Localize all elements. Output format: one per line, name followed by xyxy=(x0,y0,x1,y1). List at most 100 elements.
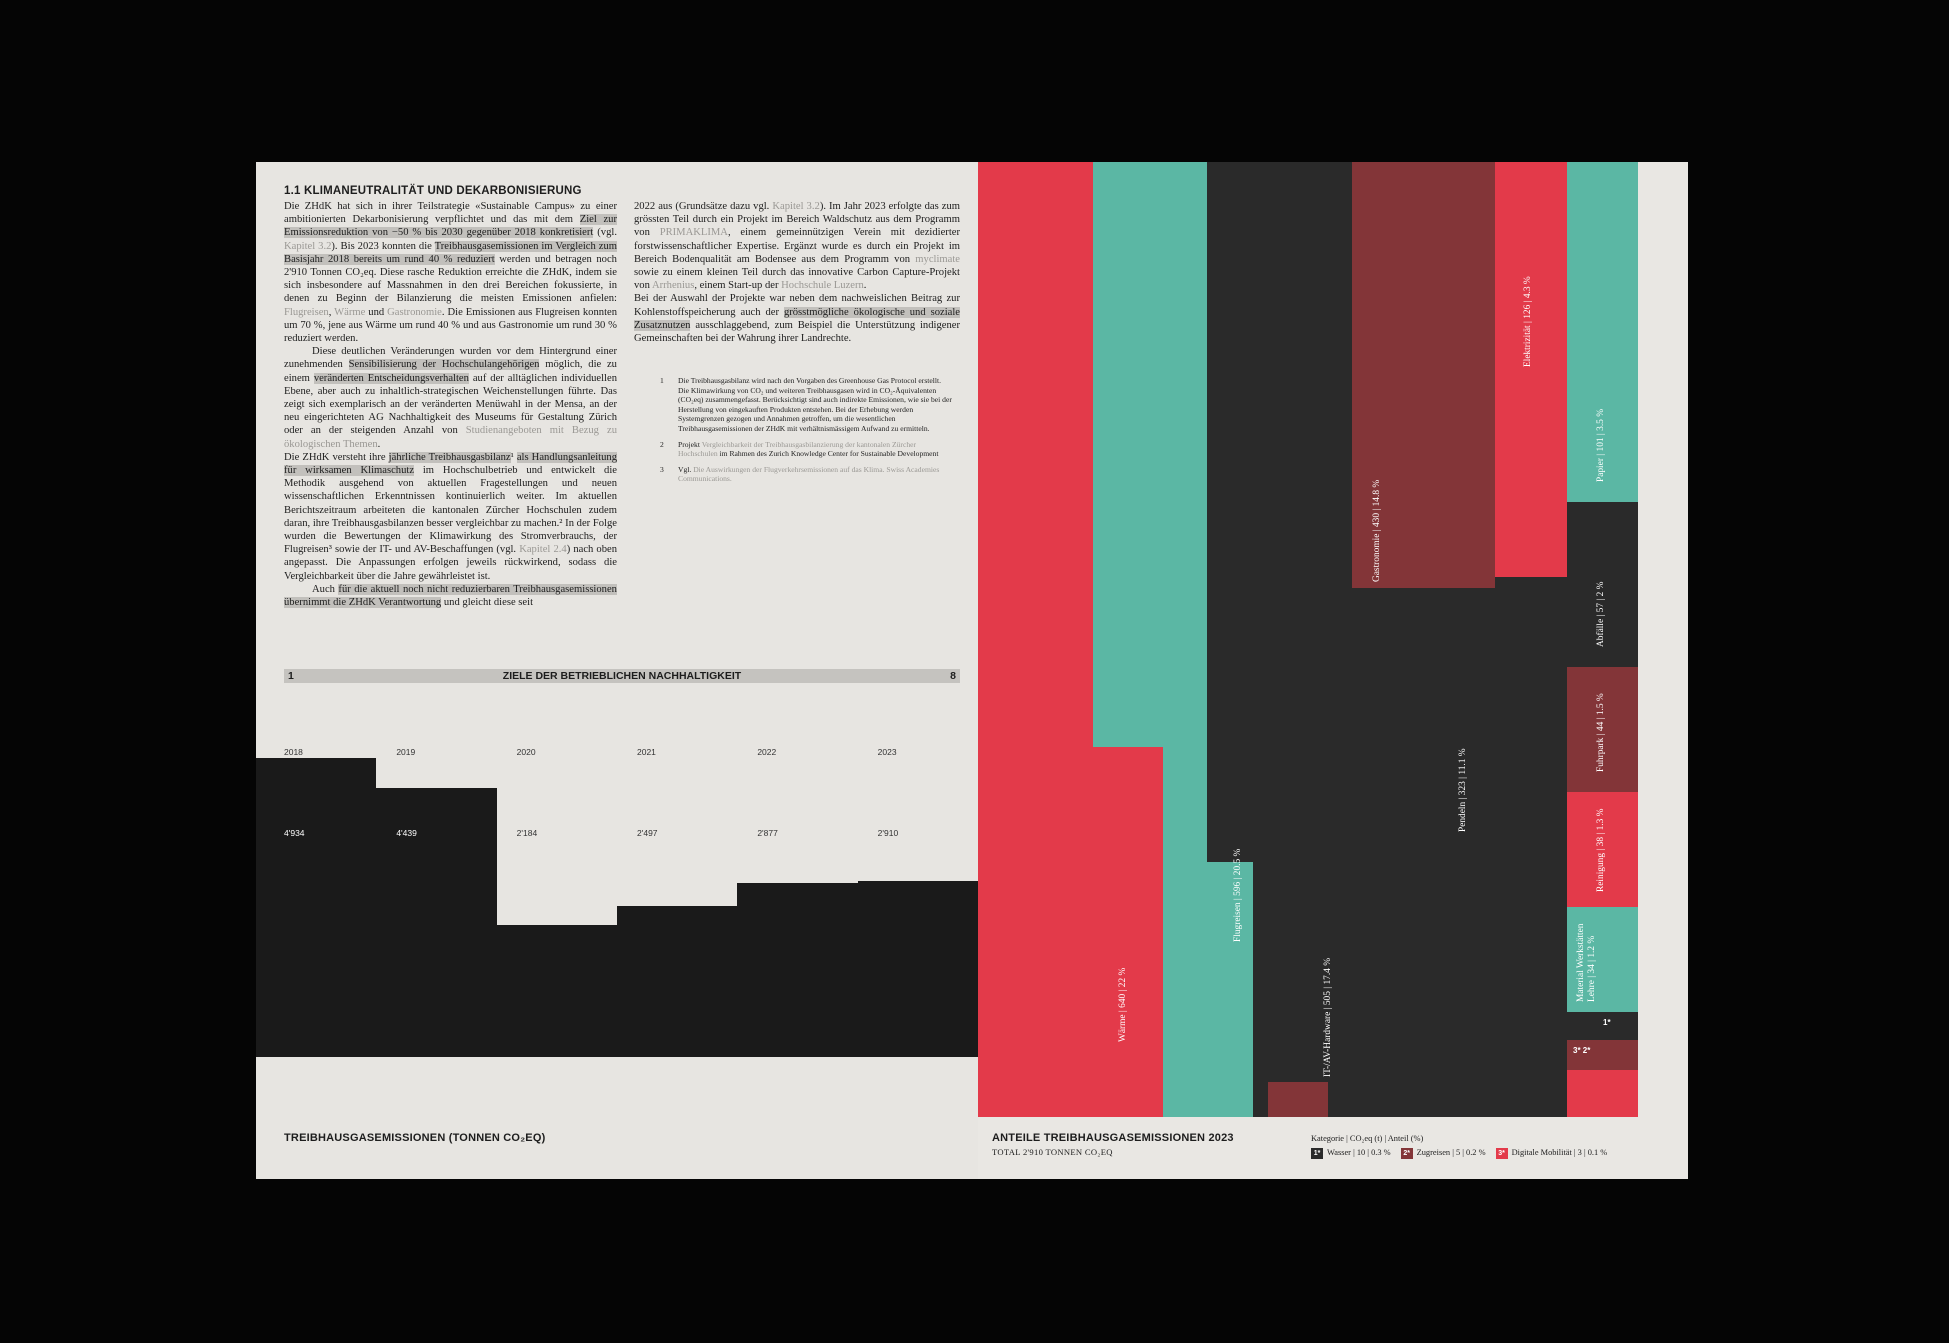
footnote-number: 1 xyxy=(660,376,664,385)
text-run: . xyxy=(863,280,867,292)
text-run: und xyxy=(365,306,388,318)
legend-header: Kategorie | CO₂eq (t) | Anteil (%) xyxy=(1311,1134,1424,1143)
bar-pendeln xyxy=(1352,588,1495,1117)
text-run: 2022 aus (Grundsätze dazu vgl. xyxy=(634,201,773,212)
value-label: 4'439 xyxy=(396,828,417,839)
share-chart-title: ANTEILE TREIBHAUSGASEMISSIONEN 2023 xyxy=(992,1132,1234,1144)
bar-2022 xyxy=(737,882,858,1057)
paragraph: 2022 aus (Grundsätze dazu vgl. Kapitel 3… xyxy=(634,200,960,292)
text-run: (vgl. xyxy=(593,227,617,239)
legend-chip-digital: 3* xyxy=(1495,1147,1508,1159)
footer-chapter-title: ZIELE DER BETRIEBLICHEN NACHHALTIGKEIT xyxy=(502,670,742,682)
link-text[interactable]: Kapitel 3.2 xyxy=(284,241,331,252)
bar-zugreisen xyxy=(1567,1040,1638,1070)
bar-2023 xyxy=(857,880,978,1057)
bar-2021 xyxy=(617,905,738,1057)
category-label: Abfälle | 57 | 2 % xyxy=(1596,581,1606,647)
link-text[interactable]: Wärme xyxy=(334,307,365,318)
footnote: 3 Vgl. Die Auswirkungen der Flugverkehrse… xyxy=(660,465,952,484)
footnote-text: Vgl. Die Auswirkungen der Flugverkehrsem… xyxy=(678,465,952,484)
chip-label-wasser: 1* xyxy=(1603,1018,1611,1027)
share-chart-subtitle: TOTAL 2'910 TONNEN CO₂EQ xyxy=(992,1147,1113,1157)
bar-pendeln-right xyxy=(1495,577,1567,1117)
year-label: 2022 xyxy=(757,747,777,758)
category-label: Elektrizität | 126 | 4.3 % xyxy=(1523,276,1533,367)
category-label-line: Lehre | 34 | 1.2 % xyxy=(1587,935,1597,1002)
category-label: Pendeln | 323 | 11.1 % xyxy=(1458,748,1468,832)
category-label-line: Material Werkstätten xyxy=(1576,923,1586,1002)
footnotes: 1 Die Treibhausgasbilanz wird nach den Vo… xyxy=(660,376,952,490)
footnote-text: Die Treibhausgasbilanz wird nach den Vor… xyxy=(678,376,952,434)
text-run: Vgl. xyxy=(678,464,694,474)
link-text[interactable]: Arrhenius xyxy=(652,280,694,291)
legend-item-water: Wasser | 10 | 0.3 % xyxy=(1327,1148,1391,1157)
paragraph: Diese deutlichen Veränderungen wurden vo… xyxy=(284,345,617,451)
legend-chip-water: 1* xyxy=(1311,1147,1323,1159)
page-margin xyxy=(1638,162,1688,1117)
bar-waerme-step xyxy=(1093,747,1163,1117)
section-title: 1.1 KLIMANEUTRALITÄT UND DEKARBONISIERUN… xyxy=(284,185,582,197)
share-chart-legend: Kategorie | CO₂eq (t) | Anteil (%) 1* Wa… xyxy=(1311,1132,1681,1160)
right-page: Wärme | 640 | 22 % Flugreisen | 596 | 20.… xyxy=(978,162,1688,1179)
value-label: 4'934 xyxy=(284,828,305,839)
text-run: Die ZHdK versteht ihre xyxy=(284,451,389,463)
text-run: , einem Start-up der xyxy=(694,280,782,292)
text-run: ). Bis 2023 konnten die xyxy=(331,240,435,252)
link-text[interactable]: Hochschule Luzern xyxy=(781,280,864,291)
paragraph: Auch für die aktuell noch nicht reduzier… xyxy=(284,583,617,609)
bar-gastronomie-bottom xyxy=(1268,1082,1328,1117)
legend-item-digital: Digitale Mobilität | 3 | 0.1 % xyxy=(1511,1148,1608,1157)
paragraph: Die ZHdK versteht ihre jährliche Treibha… xyxy=(284,451,618,583)
footnote-number: 2 xyxy=(660,439,664,449)
paragraph: Die ZHdK hat sich in ihrer Teilstrategie… xyxy=(284,200,618,345)
category-label: IT-/AV-Hardware | 505 | 17.4 % xyxy=(1323,957,1333,1077)
bar-elektrizitaet-top xyxy=(1495,162,1567,577)
link-text[interactable]: Kapitel 2.4 xyxy=(519,544,567,555)
highlighted-text: jährliche Treibhausgasbilanz xyxy=(388,451,511,463)
category-label: Material Werkstätten Lehre | 34 | 1.2 % xyxy=(1576,924,1598,1002)
year-label: 2021 xyxy=(637,747,656,758)
bar-2019 xyxy=(376,788,497,1057)
body-column-2: 2022 aus (Grundsätze dazu vgl. Kapitel 3… xyxy=(634,200,960,345)
link-text[interactable]: Die Auswirkungen der Flugverkehrsemissio… xyxy=(678,465,939,484)
text-run: Auch xyxy=(312,583,339,595)
legend-row: 1* Wasser | 10 | 0.3 % 2* Zugreisen | 5 … xyxy=(1311,1146,1681,1160)
text-run: Die Treibhausgasbilanz wird nach den Vor… xyxy=(678,376,952,433)
bar-2020 xyxy=(496,924,617,1057)
text-run: Projekt xyxy=(678,439,702,449)
year-label: 2019 xyxy=(396,747,416,758)
link-text[interactable]: Flugreisen xyxy=(284,307,329,318)
category-label: Flugreisen | 596 | 20.5 % xyxy=(1233,848,1243,942)
link-text[interactable]: Kapitel 3.2 xyxy=(772,201,819,212)
text-run: im Rahmen des Zurich Knowledge Center fo… xyxy=(717,449,939,459)
share-chart: Wärme | 640 | 22 % Flugreisen | 596 | 20.… xyxy=(978,162,1688,1117)
emissions-chart: 2018 4'934 2019 4'439 2020 2'184 2021 2'497 2022… xyxy=(256,737,978,1057)
category-label: Wärme | 640 | 22 % xyxy=(1118,967,1128,1042)
footnote-number: 3 xyxy=(660,464,664,474)
value-label: 2'910 xyxy=(877,828,899,839)
text-run: ¹ xyxy=(510,451,517,463)
link-text[interactable]: Gastronomie xyxy=(387,307,442,318)
footer-page-number: 8 xyxy=(950,670,956,682)
text-run: Die ZHdK hat sich in ihrer Teilstrategie… xyxy=(284,201,617,226)
footnote-text: Projekt Vergleichbarkeit der Treibhausga… xyxy=(678,440,952,459)
legend-chip-train: 2* xyxy=(1400,1147,1413,1159)
year-label: 2020 xyxy=(516,747,536,758)
bar-waerme xyxy=(978,162,1093,1117)
highlighted-text: Sensibilisierung der Hochschulangehörige… xyxy=(348,359,540,371)
chip-label-small: 3* 2* xyxy=(1573,1046,1591,1055)
page-footer: 1 ZIELE DER BETRIEBLICHEN NACHHALTIGKEIT… xyxy=(284,669,960,683)
value-label: 2'497 xyxy=(637,828,658,839)
value-label: 2'184 xyxy=(516,828,538,839)
footnote: 1 Die Treibhausgasbilanz wird nach den Vo… xyxy=(660,376,952,434)
left-page: 1.1 KLIMANEUTRALITÄT UND DEKARBONISIERUN… xyxy=(256,162,978,1179)
legend-item-train: Zugreisen | 5 | 0.2 % xyxy=(1416,1148,1486,1157)
highlighted-text: veränderten Entscheidungsverhalten xyxy=(313,372,469,384)
link-text[interactable]: PRIMAKLIMA xyxy=(660,227,728,238)
category-label: Papier | 101 | 3.5 % xyxy=(1596,408,1606,482)
link-text[interactable]: myclimate xyxy=(915,254,960,265)
text-run: und gleicht diese seit xyxy=(441,597,534,609)
text-run: . xyxy=(377,438,381,450)
bar-2018 xyxy=(256,758,377,1057)
footnote: 2 Projekt Vergleichbarkeit der Treibhausg… xyxy=(660,440,952,459)
